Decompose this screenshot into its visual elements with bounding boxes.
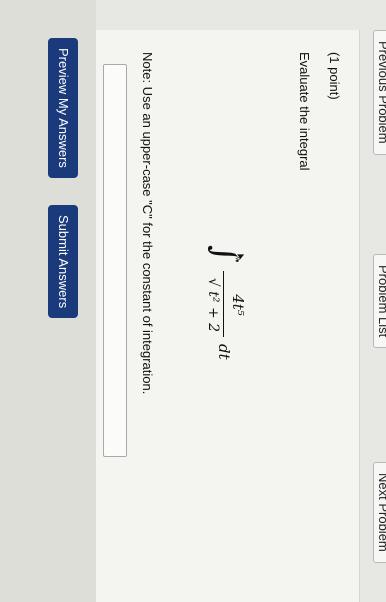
next-problem-button[interactable]: Next Problem [373,462,386,563]
integral-denominator: √ t² + 2 [205,277,221,333]
previous-problem-button[interactable]: Previous Problem [373,30,386,155]
fraction-bar [223,271,224,337]
problem-instruction: Evaluate the integral [297,52,312,171]
preview-answers-button[interactable]: Preview My Answers [48,38,78,178]
integral-differential: dt [215,344,233,360]
point-value-label: (1 point) [327,52,342,100]
problem-list-button[interactable]: Problem List [373,254,386,349]
problem-panel: (1 point) Evaluate the integral ∫ 4t⁵ √ … [95,30,360,602]
answer-input[interactable] [103,64,127,457]
submit-answers-button[interactable]: Submit Answers [48,205,78,319]
problem-nav-bar: Previous Problem Problem List Next Probl… [372,0,386,602]
integral-expression: ∫ 4t⁵ √ t² + 2 dt [181,245,251,395]
integration-constant-note: Note: Use an upper-case "C" for the cons… [140,52,155,395]
mouse-cursor-icon [234,253,246,263]
integral-numerator: 4t⁵ [229,294,247,316]
rotated-page: Previous Problem Problem List Next Probl… [0,0,386,602]
